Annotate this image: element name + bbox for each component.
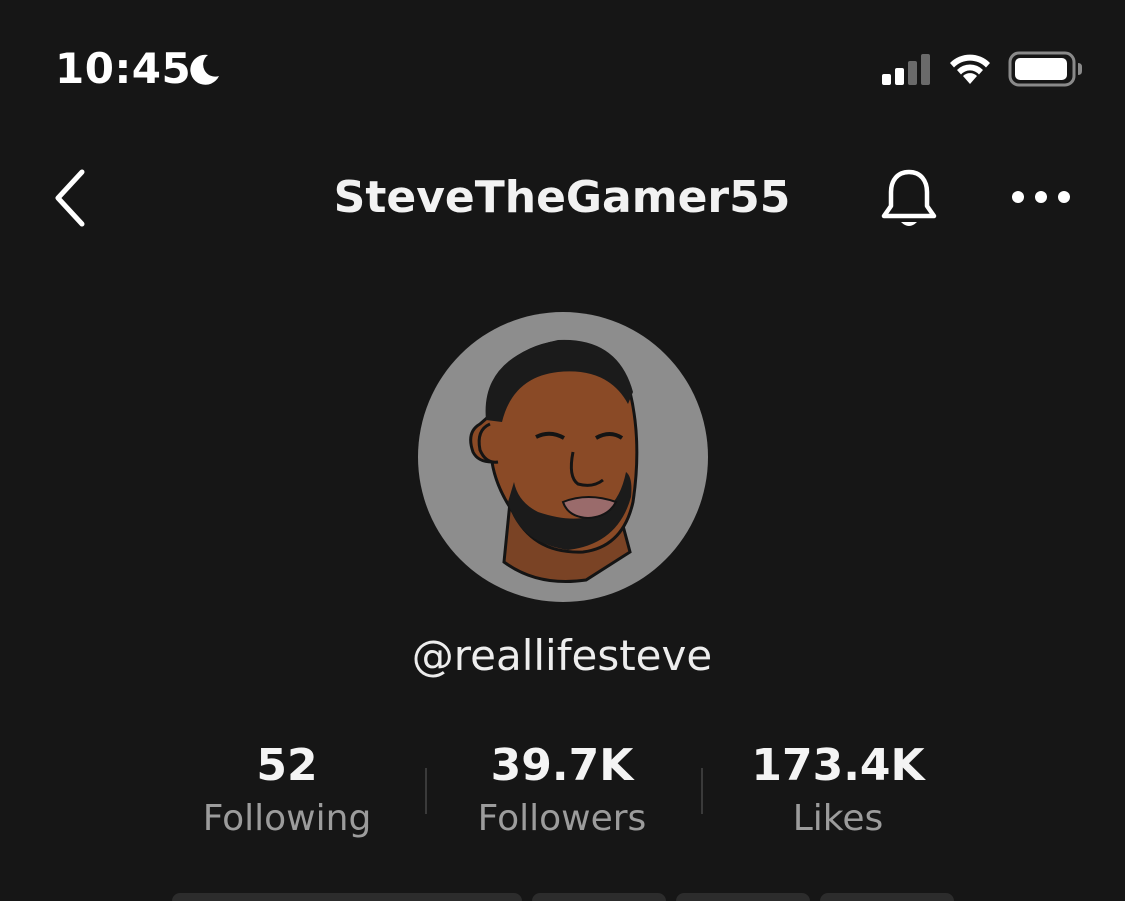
more-horizontal-icon[interactable] (1008, 184, 1074, 210)
status-time: 10:45 (55, 44, 192, 93)
action-button[interactable] (676, 893, 810, 901)
action-button-primary[interactable] (172, 893, 522, 901)
stat-value: 173.4K (751, 740, 925, 791)
profile-screen: 10:45 SteveTheGamer55 @reallifesteve 52 … (0, 0, 1125, 901)
page-title: SteveTheGamer55 (333, 172, 791, 223)
stat-following[interactable]: 52 Following (157, 738, 417, 844)
wifi-icon (950, 54, 990, 84)
stat-followers[interactable]: 39.7K Followers (432, 738, 692, 844)
divider (425, 768, 427, 814)
stat-value: 39.7K (490, 740, 634, 791)
avatar[interactable] (418, 312, 708, 602)
username-handle: @reallifesteve (411, 631, 713, 680)
stat-label: Likes (792, 798, 884, 839)
chevron-left-icon[interactable] (48, 168, 92, 228)
action-button[interactable] (532, 893, 666, 901)
cellular-signal-icon (882, 54, 930, 85)
bell-icon[interactable] (876, 166, 942, 232)
action-button[interactable] (820, 893, 954, 901)
moon-icon (190, 54, 219, 85)
stat-value: 52 (256, 740, 318, 791)
stat-likes[interactable]: 173.4K Likes (708, 738, 968, 844)
divider (701, 768, 703, 814)
battery-icon (1008, 51, 1082, 87)
avatar-illustration (469, 339, 639, 584)
stat-label: Followers (477, 798, 647, 839)
stat-label: Following (202, 798, 372, 839)
